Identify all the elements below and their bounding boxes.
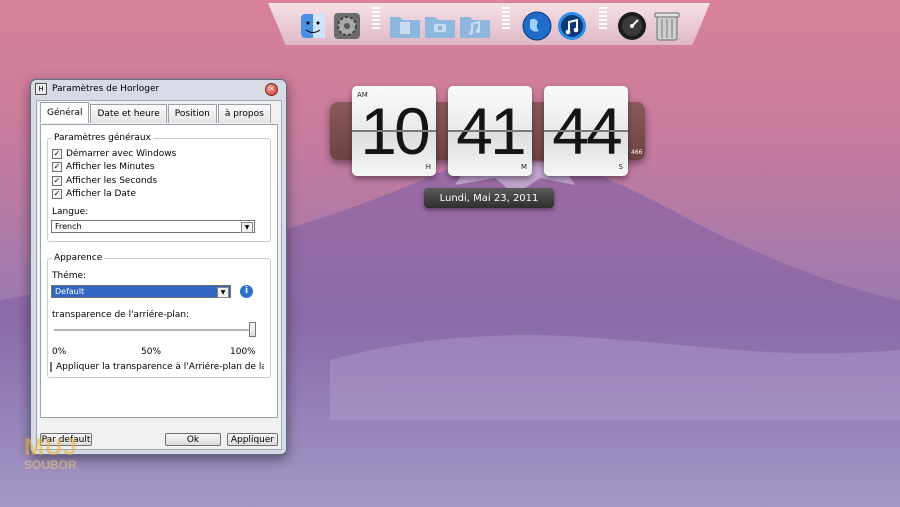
scale-min-label: 0% [52, 347, 67, 357]
show-seconds-checkbox[interactable]: ✓ Afficher les Seconds [52, 176, 157, 186]
clock-extra-value: 466 [631, 149, 643, 156]
appearance-group: Apparence Théme: Default ▼ i transparenc… [47, 253, 271, 378]
clock-seconds: 44 S [544, 86, 628, 176]
show-minutes-checkbox[interactable]: ✓ Afficher les Minutes [52, 162, 155, 172]
chevron-down-icon: ▼ [217, 287, 229, 298]
clock-h-label: H [425, 163, 431, 171]
documents-folder-icon[interactable] [389, 10, 421, 42]
clock-minutes: 41 M [448, 86, 532, 176]
apply-button[interactable]: Appliquer [227, 433, 278, 446]
general-settings-legend: Paramètres généraux [52, 133, 153, 143]
close-button[interactable]: ✕ [265, 83, 278, 96]
scale-mid-label: 50% [141, 347, 162, 357]
show-date-checkbox[interactable]: ✓ Afficher la Date [52, 189, 136, 199]
dock-separator [599, 7, 607, 29]
checkbox-mark: ✓ [52, 149, 62, 159]
language-label: Langue: [52, 207, 89, 217]
show-seconds-label: Afficher les Seconds [66, 176, 158, 186]
checkbox-mark: ✓ [52, 176, 62, 186]
apply-bg-transparency-label: Appliquer la transparence à l'Arriére-pl… [56, 362, 264, 372]
tab-about[interactable]: à propos [217, 104, 271, 123]
theme-label: Théme: [52, 271, 87, 281]
show-date-label: Afficher la Date [66, 189, 136, 199]
clock-ampm: AM [357, 91, 368, 99]
apply-bg-transparency-checkbox[interactable]: Appliquer la transparence à l'Arriére-pl… [50, 362, 264, 372]
clock-hours: AM 10 H [352, 86, 436, 176]
theme-select[interactable]: Default ▼ [51, 285, 231, 298]
transparency-label: transparence de l'arriére-plan: [52, 310, 190, 320]
dock-separator [502, 7, 510, 29]
general-settings-group: Paramètres généraux ✓ Démarrer avec Wind… [47, 133, 271, 242]
clock-m-label: M [520, 163, 527, 171]
info-icon: i [244, 286, 249, 296]
close-icon: ✕ [268, 85, 275, 93]
app-icon: H [35, 83, 47, 95]
clock-s-label: S [618, 163, 623, 171]
settings-dialog: H Paramètres de Horloger ✕ Général Date … [30, 79, 287, 455]
transparency-slider-thumb[interactable] [249, 322, 256, 337]
show-minutes-label: Afficher les Minutes [66, 162, 155, 172]
checkbox-mark [50, 362, 52, 372]
start-with-windows-checkbox[interactable]: ✓ Démarrer avec Windows [52, 149, 176, 159]
tab-position[interactable]: Position [167, 104, 217, 123]
dashboard-icon[interactable] [616, 10, 648, 42]
dialog-titlebar[interactable]: H Paramètres de Horloger ✕ [31, 80, 286, 98]
tab-strip: Général Date et heure Position à propos [40, 102, 272, 124]
dialog-title: Paramètres de Horloger [52, 84, 160, 94]
dialog-body: Général Date et heure Position à propos … [36, 100, 282, 450]
general-tab-panel: Paramètres généraux ✓ Démarrer avec Wind… [40, 124, 278, 418]
tab-general[interactable]: Général [40, 102, 90, 123]
watermark-logo: MUJ SOUBOR [24, 434, 78, 472]
theme-info-button[interactable]: i [240, 285, 253, 298]
language-select[interactable]: French ▼ [51, 220, 255, 233]
scale-max-label: 100% [230, 347, 256, 357]
start-with-windows-label: Démarrer avec Windows [66, 149, 177, 159]
tab-date-time[interactable]: Date et heure [90, 104, 167, 123]
system-preferences-icon[interactable] [331, 10, 363, 42]
music-folder-icon[interactable] [459, 10, 491, 42]
globe-browser-icon[interactable] [521, 10, 553, 42]
theme-value: Default [55, 287, 85, 296]
watermark-line1: MUJ [24, 434, 78, 461]
checkbox-mark: ✓ [52, 162, 62, 172]
pictures-folder-icon[interactable] [424, 10, 456, 42]
chevron-down-icon: ▼ [241, 222, 253, 233]
finder-icon[interactable] [297, 10, 329, 42]
trash-icon[interactable] [651, 10, 683, 42]
dock-separator [372, 7, 380, 29]
appearance-legend: Apparence [52, 253, 105, 263]
language-value: French [55, 222, 82, 231]
transparency-slider[interactable] [54, 329, 256, 332]
itunes-icon[interactable] [556, 10, 588, 42]
watermark-line2: SOUBOR [24, 458, 77, 472]
checkbox-mark: ✓ [52, 189, 62, 199]
clock-date: Lundi, Mai 23, 2011 [424, 188, 554, 208]
ok-button[interactable]: Ok [165, 433, 221, 446]
